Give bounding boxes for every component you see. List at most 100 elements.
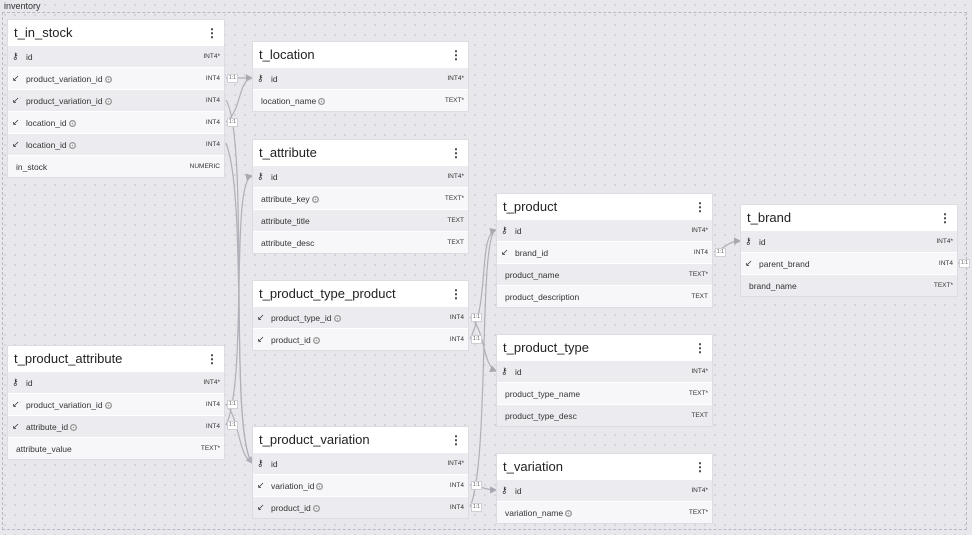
column-name-text: attribute_desc xyxy=(261,237,315,248)
kebab-menu-icon[interactable]: ⋮ xyxy=(206,352,218,366)
arrow-southwest-icon: ↙ xyxy=(12,421,20,431)
column-type: NUMERIC xyxy=(189,163,220,170)
fingerprint-icon xyxy=(70,423,78,431)
column-name-text: id xyxy=(271,73,278,84)
table-column-row[interactable]: ↙ product_variation_id INT4 xyxy=(8,393,224,415)
table-column-row[interactable]: ↙ product_variation_id INT4 xyxy=(8,67,224,89)
column-name-text: product_type_id xyxy=(271,312,332,323)
column-type: INT4 xyxy=(205,401,220,408)
table-header[interactable]: t_in_stock ⋮ xyxy=(8,20,224,45)
table-column-row[interactable]: ↙ product_type_id INT4 xyxy=(253,306,468,328)
kebab-menu-icon[interactable]: ⋮ xyxy=(206,26,218,40)
table-t-product-type[interactable]: t_product_type ⋮ ⚷ id INT4* product_type_name… xyxy=(497,335,712,426)
cardinality-label: 1:1 xyxy=(227,74,238,83)
column-name: product_variation_id xyxy=(26,96,206,106)
table-column-row[interactable]: product_type_desc TEXT xyxy=(497,404,712,426)
kebab-menu-icon[interactable]: ⋮ xyxy=(694,460,706,474)
fingerprint-icon xyxy=(318,97,326,105)
table-t-product-variation[interactable]: t_product_variation ⋮ ⚷ id INT4* ↙ variation_i… xyxy=(253,427,468,518)
column-name: in_stock xyxy=(16,162,190,172)
table-column-row[interactable]: product_description TEXT xyxy=(497,285,712,307)
key-icon: ⚷ xyxy=(501,366,508,376)
column-name: id xyxy=(271,172,447,182)
table-column-row[interactable]: ↙ product_variation_id INT4 xyxy=(8,89,224,111)
table-column-row[interactable]: brand_name TEXT* xyxy=(741,274,957,296)
table-t-product[interactable]: t_product ⋮ ⚷ id INT4* ↙ brand_id INT4 product_n… xyxy=(497,194,712,307)
table-column-row[interactable]: ↙ attribute_id INT4 xyxy=(8,415,224,437)
table-column-row[interactable]: ⚷ id INT4* xyxy=(253,452,468,474)
kebab-menu-icon[interactable]: ⋮ xyxy=(450,287,462,301)
table-column-row[interactable]: ↙ product_id INT4 xyxy=(253,496,468,518)
kebab-menu-icon[interactable]: ⋮ xyxy=(450,48,462,62)
table-header[interactable]: t_location ⋮ xyxy=(253,42,468,67)
kebab-menu-icon[interactable]: ⋮ xyxy=(939,211,951,225)
arrow-southwest-icon: ↙ xyxy=(12,95,20,105)
kebab-menu-icon[interactable]: ⋮ xyxy=(694,341,706,355)
table-t-in-stock[interactable]: t_in_stock ⋮ ⚷ id INT4* ↙ product_variation_id… xyxy=(8,20,224,177)
column-name-text: variation_id xyxy=(271,480,315,491)
table-header[interactable]: t_product_attribute ⋮ xyxy=(8,346,224,371)
table-header[interactable]: t_product_type ⋮ xyxy=(497,335,712,360)
table-name: t_in_stock xyxy=(14,25,73,40)
table-header[interactable]: t_product_type_product ⋮ xyxy=(253,281,468,306)
column-name-text: id xyxy=(515,485,522,496)
fingerprint-icon xyxy=(316,482,324,490)
table-column-row[interactable]: ⚷ id INT4* xyxy=(497,360,712,382)
column-name-text: location_id xyxy=(26,117,67,128)
column-name-text: id xyxy=(515,366,522,377)
table-t-variation[interactable]: t_variation ⋮ ⚷ id INT4* variation_name TEXT* xyxy=(497,454,712,523)
column-type: INT4* xyxy=(447,173,464,180)
column-name: product_type_desc xyxy=(505,411,691,421)
table-header[interactable]: t_brand ⋮ xyxy=(741,205,957,230)
column-name: product_description xyxy=(505,292,691,302)
table-column-row[interactable]: attribute_value TEXT* xyxy=(8,437,224,459)
column-name: product_id xyxy=(271,335,450,345)
fingerprint-icon xyxy=(565,509,573,517)
table-t-location[interactable]: t_location ⋮ ⚷ id INT4* location_name TEXT* xyxy=(253,42,468,111)
table-column-row[interactable]: ⚷ id INT4* xyxy=(8,371,224,393)
column-name: product_variation_id xyxy=(26,400,206,410)
table-header[interactable]: t_product ⋮ xyxy=(497,194,712,219)
table-column-row[interactable]: in_stock NUMERIC xyxy=(8,155,224,177)
table-column-row[interactable]: ↙ parent_brand INT4 xyxy=(741,252,957,274)
table-t-attribute[interactable]: t_attribute ⋮ ⚷ id INT4* attribute_key TEXT* at… xyxy=(253,140,468,253)
table-column-row[interactable]: ↙ product_id INT4 xyxy=(253,328,468,350)
table-column-row[interactable]: ↙ brand_id INT4 xyxy=(497,241,712,263)
kebab-menu-icon[interactable]: ⋮ xyxy=(450,146,462,160)
table-column-row[interactable]: attribute_title TEXT xyxy=(253,209,468,231)
table-column-row[interactable]: ⚷ id INT4* xyxy=(497,479,712,501)
table-header[interactable]: t_product_variation ⋮ xyxy=(253,427,468,452)
arrow-southwest-icon: ↙ xyxy=(12,117,20,127)
table-column-row[interactable]: ⚷ id INT4* xyxy=(497,219,712,241)
table-t-product-type-product[interactable]: t_product_type_product ⋮ ↙ product_type_id I… xyxy=(253,281,468,350)
column-type: INT4* xyxy=(691,368,708,375)
table-column-row[interactable]: variation_name TEXT* xyxy=(497,501,712,523)
column-name: brand_name xyxy=(749,281,934,291)
column-name: attribute_desc xyxy=(261,238,447,248)
table-column-row[interactable]: ⚷ id INT4* xyxy=(253,67,468,89)
column-name: id xyxy=(26,378,203,388)
column-name: product_name xyxy=(505,270,689,280)
kebab-menu-icon[interactable]: ⋮ xyxy=(450,433,462,447)
table-column-row[interactable]: ↙ location_id INT4 xyxy=(8,133,224,155)
table-column-row[interactable]: ⚷ id INT4* xyxy=(253,165,468,187)
table-column-row[interactable]: product_name TEXT* xyxy=(497,263,712,285)
table-column-row[interactable]: attribute_desc TEXT xyxy=(253,231,468,253)
table-column-row[interactable]: product_type_name TEXT* xyxy=(497,382,712,404)
table-column-row[interactable]: attribute_key TEXT* xyxy=(253,187,468,209)
table-column-row[interactable]: ⚷ id INT4* xyxy=(8,45,224,67)
cardinality-label: 1:1 xyxy=(471,313,482,322)
table-name: t_product_variation xyxy=(259,432,370,447)
table-column-row[interactable]: ⚷ id INT4* xyxy=(741,230,957,252)
table-t-product-attribute[interactable]: t_product_attribute ⋮ ⚷ id INT4* ↙ product_var… xyxy=(8,346,224,459)
table-header[interactable]: t_variation ⋮ xyxy=(497,454,712,479)
column-name-text: product_id xyxy=(271,334,311,345)
link-in-stock-location-2 xyxy=(225,77,253,123)
table-header[interactable]: t_attribute ⋮ xyxy=(253,140,468,165)
kebab-menu-icon[interactable]: ⋮ xyxy=(694,200,706,214)
table-column-row[interactable]: ↙ variation_id INT4 xyxy=(253,474,468,496)
column-name-text: variation_name xyxy=(505,507,564,518)
table-column-row[interactable]: location_name TEXT* xyxy=(253,89,468,111)
table-column-row[interactable]: ↙ location_id INT4 xyxy=(8,111,224,133)
table-t-brand[interactable]: t_brand ⋮ ⚷ id INT4* ↙ parent_brand INT4 brand_n… xyxy=(741,205,957,296)
